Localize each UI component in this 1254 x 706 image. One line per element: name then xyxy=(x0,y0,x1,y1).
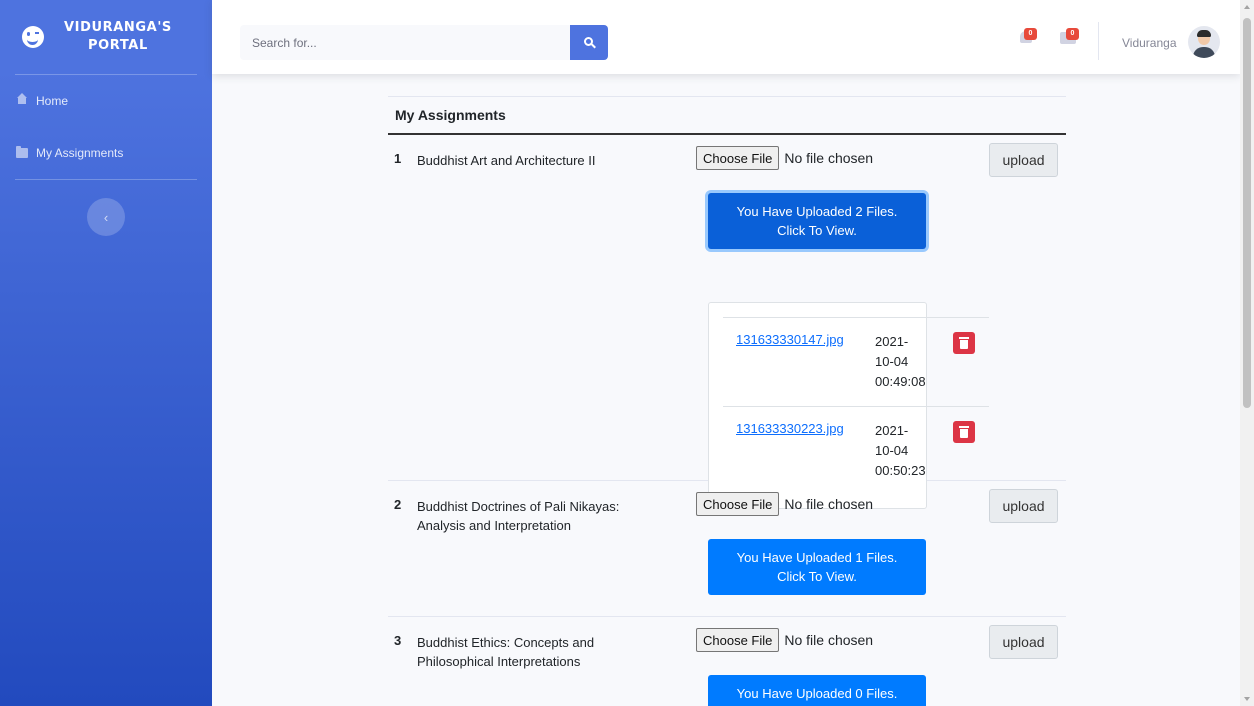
assignments-table: My Assignments 1 Buddhist Art and Archit… xyxy=(388,96,1066,706)
assignment-name: Buddhist Ethics: Concepts and Philosophi… xyxy=(417,635,595,669)
choose-file-button[interactable]: Choose File xyxy=(696,146,780,170)
uploaded-file-row: 131633330147.jpg 2021- 10-04 00:49:08 xyxy=(723,317,989,406)
brand-line2: PORTAL xyxy=(88,38,148,53)
upload-button[interactable]: upload xyxy=(989,489,1058,523)
file-status: No file chosen xyxy=(784,632,874,648)
choose-file-button[interactable]: Choose File xyxy=(696,628,780,652)
sidebar-item-label: My Assignments xyxy=(36,146,124,160)
sidebar-item-label: Home xyxy=(36,94,69,108)
uploaded-files-panel: 131633330147.jpg 2021- 10-04 00:49:08 13… xyxy=(708,302,989,509)
upload-button[interactable]: upload xyxy=(989,143,1058,177)
sidebar: VIDURANGA'S PORTAL Home My Assignments ‹ xyxy=(0,0,212,706)
file-input[interactable]: Choose File No file chosen xyxy=(696,628,873,652)
alerts-dropdown[interactable]: 0 xyxy=(1020,28,1037,44)
brand-line1: VIDURANGA'S xyxy=(64,20,172,35)
uploaded-file-date: 2021- 10-04 00:49:08 xyxy=(875,334,926,389)
sidebar-divider xyxy=(15,179,197,180)
file-status: No file chosen xyxy=(784,496,874,512)
sidebar-toggle-button[interactable]: ‹ xyxy=(87,198,125,236)
view-uploads-button[interactable]: You Have Uploaded 1 Files. Click To View… xyxy=(708,539,926,595)
alerts-badge: 0 xyxy=(1024,28,1037,40)
assignment-name: Buddhist Doctrines of Pali Nikayas: Anal… xyxy=(417,499,620,533)
topbar-divider xyxy=(1098,22,1099,60)
search-group xyxy=(240,25,620,60)
scrollbar-thumb[interactable] xyxy=(1243,18,1251,408)
uploaded-file-link[interactable]: 131633330223.jpg xyxy=(736,421,844,436)
row-number: 3 xyxy=(394,633,402,648)
search-button[interactable] xyxy=(570,25,608,60)
upload-button[interactable]: upload xyxy=(989,625,1058,659)
page-scrollbar[interactable] xyxy=(1240,0,1254,706)
table-row: 2 Buddhist Doctrines of Pali Nikayas: An… xyxy=(388,481,1066,617)
scroll-down-icon[interactable] xyxy=(1244,697,1250,701)
table-header: My Assignments xyxy=(388,97,1066,135)
delete-file-button[interactable] xyxy=(953,421,975,443)
row-number: 2 xyxy=(394,497,402,512)
uploaded-file-link[interactable]: 131633330147.jpg xyxy=(736,332,844,347)
brand[interactable]: VIDURANGA'S PORTAL xyxy=(0,0,212,74)
table-row: 1 Buddhist Art and Architecture II Choos… xyxy=(388,135,1066,509)
search-icon xyxy=(583,37,593,46)
view-uploads-button[interactable]: You Have Uploaded 0 Files. xyxy=(708,675,926,706)
file-input[interactable]: Choose File No file chosen xyxy=(696,492,873,516)
search-input[interactable] xyxy=(240,25,570,60)
sidebar-item-my-assignments[interactable]: My Assignments xyxy=(0,127,212,179)
chevron-left-icon: ‹ xyxy=(103,209,109,225)
messages-dropdown[interactable]: 0 xyxy=(1060,28,1079,44)
avatar[interactable] xyxy=(1188,26,1220,58)
file-status: No file chosen xyxy=(784,150,874,166)
brand-text: VIDURANGA'S PORTAL xyxy=(64,19,172,55)
row-number: 1 xyxy=(394,151,402,166)
scroll-up-icon[interactable] xyxy=(1244,5,1250,9)
view-uploads-button[interactable]: You Have Uploaded 2 Files. Click To View… xyxy=(708,193,926,249)
choose-file-button[interactable]: Choose File xyxy=(696,492,780,516)
assignment-name: Buddhist Art and Architecture II xyxy=(417,153,596,168)
home-icon xyxy=(16,93,28,106)
sidebar-item-home[interactable]: Home xyxy=(0,75,212,127)
folder-icon xyxy=(16,146,28,158)
uploaded-file-date: 2021- 10-04 00:50:23 xyxy=(875,423,926,478)
messages-badge: 0 xyxy=(1066,28,1079,40)
laugh-wink-icon xyxy=(22,26,44,48)
user-name[interactable]: Viduranga xyxy=(1122,36,1177,50)
table-row: 3 Buddhist Ethics: Concepts and Philosop… xyxy=(388,617,1066,706)
delete-file-button[interactable] xyxy=(953,332,975,354)
file-input[interactable]: Choose File No file chosen xyxy=(696,146,873,170)
topbar: 0 0 Viduranga xyxy=(212,0,1240,74)
